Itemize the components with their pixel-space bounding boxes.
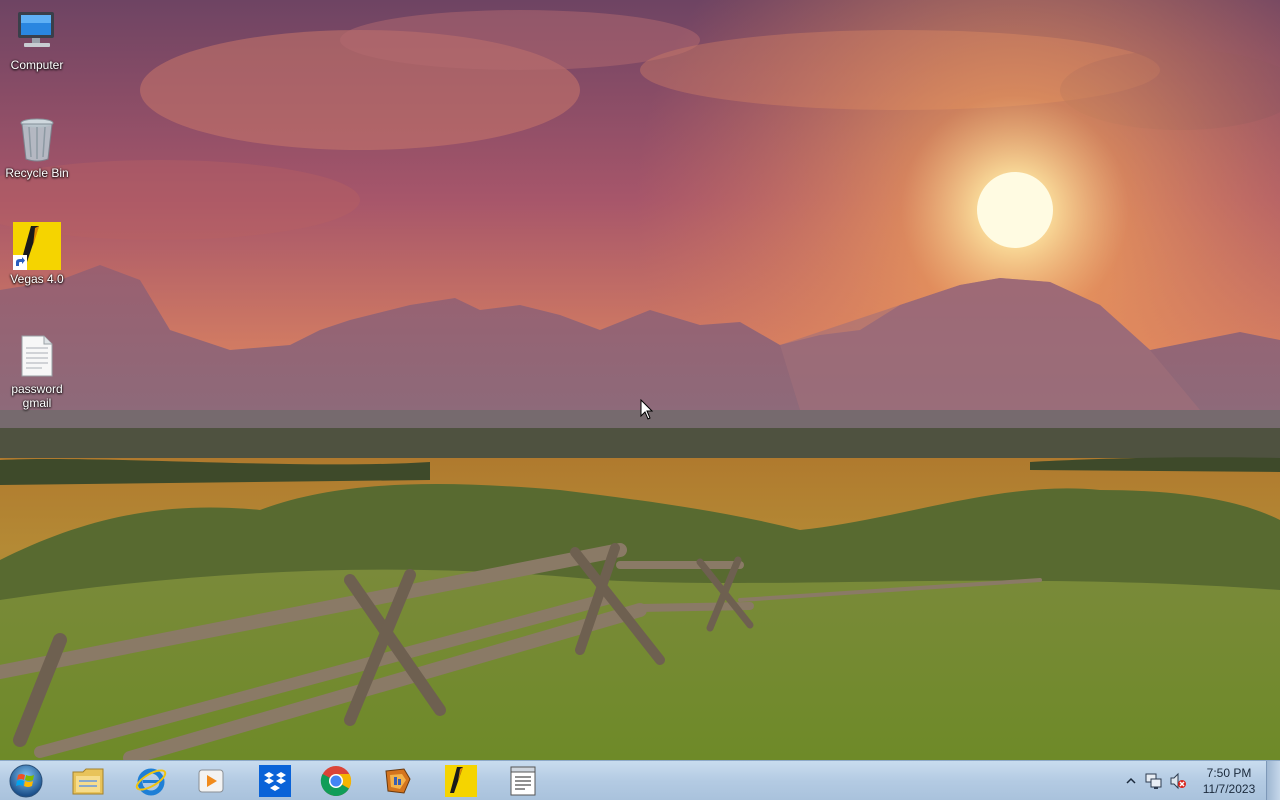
network-icon[interactable] — [1145, 772, 1163, 790]
desktop-icon-recycle-bin[interactable]: Recycle Bin — [0, 116, 74, 180]
volume-muted-icon[interactable] — [1169, 772, 1187, 790]
recycle-bin-icon — [13, 116, 61, 164]
taskbar-app-winamp[interactable] — [370, 763, 426, 799]
desktop-icon-label: password gmail — [11, 382, 63, 410]
taskbar-app-notepad-document[interactable] — [495, 763, 551, 799]
notepad-document-icon — [510, 766, 536, 796]
desktop-icon-computer[interactable]: Computer — [0, 8, 74, 72]
text-file-icon — [13, 332, 61, 380]
taskbar-app-vegas[interactable] — [433, 763, 489, 799]
desktop-icon-password-gmail[interactable]: password gmail — [0, 332, 74, 410]
desktop[interactable]: Computer Recycle Bin Vegas 4.0 password … — [0, 0, 1280, 800]
vegas-shortcut-icon — [13, 222, 61, 270]
taskbar-app-dropbox[interactable] — [247, 763, 303, 799]
desktop-icon-vegas[interactable]: Vegas 4.0 — [0, 222, 74, 286]
taskbar-app-internet-explorer[interactable] — [123, 763, 179, 799]
start-button[interactable] — [6, 763, 46, 799]
desktop-icon-label: Vegas 4.0 — [10, 272, 64, 286]
file-explorer-icon — [72, 768, 104, 795]
media-player-icon — [198, 769, 224, 793]
desktop-icon-label: Recycle Bin — [5, 166, 69, 180]
taskbar-app-chrome[interactable] — [308, 763, 364, 799]
vegas-icon — [445, 765, 477, 797]
desktop-icon-label: Computer — [10, 58, 64, 72]
computer-icon — [13, 8, 61, 56]
windows-start-orb-icon — [9, 764, 43, 798]
internet-explorer-icon — [135, 768, 167, 796]
show-desktop-button[interactable] — [1266, 761, 1280, 800]
taskbar: 7:50 PM 11/7/2023 — [0, 760, 1280, 800]
dropbox-icon — [259, 765, 291, 797]
show-hidden-icons-chevron[interactable] — [1122, 772, 1140, 790]
winamp-icon — [385, 768, 411, 794]
taskbar-app-media-player[interactable] — [183, 763, 239, 799]
clock-time: 7:50 PM — [1206, 766, 1252, 780]
chrome-icon — [320, 766, 352, 797]
mouse-pointer-icon — [640, 399, 654, 420]
clock-date: 11/7/2023 — [1202, 782, 1256, 796]
taskbar-app-file-explorer[interactable] — [60, 763, 116, 799]
system-clock[interactable]: 7:50 PM 11/7/2023 — [1196, 765, 1262, 797]
